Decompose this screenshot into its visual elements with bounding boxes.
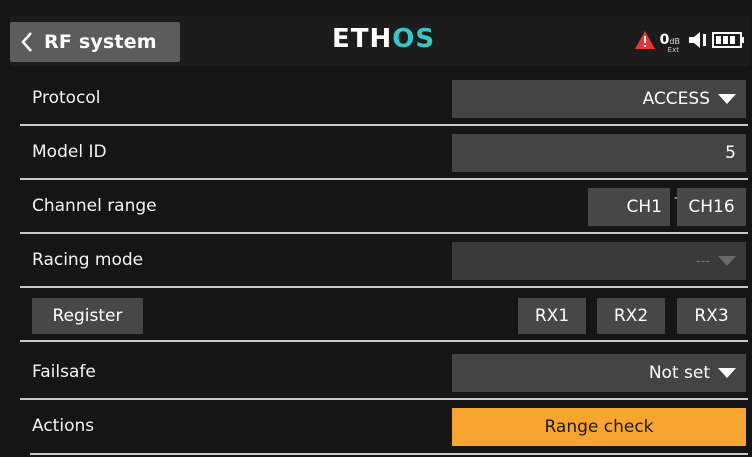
dropdown-arrow-icon xyxy=(718,94,736,104)
failsafe-dropdown[interactable]: Not set xyxy=(452,354,746,392)
channel-range-row: Channel range CH1 - CH16 xyxy=(20,180,748,234)
actions-row: Actions Range check xyxy=(20,400,748,452)
status-area: 0dB Ext xyxy=(634,24,746,60)
rx2-label: RX2 xyxy=(613,306,649,326)
rx2-button[interactable]: RX2 xyxy=(597,298,665,334)
warning-icon[interactable] xyxy=(634,30,656,54)
model-id-row: Model ID 5 xyxy=(20,126,748,180)
failsafe-value: Not set xyxy=(648,363,710,383)
racing-mode-value: --- xyxy=(695,253,710,269)
failsafe-row: Failsafe Not set xyxy=(20,346,748,400)
range-check-label: Range check xyxy=(544,417,654,437)
channel-end-field[interactable]: CH16 xyxy=(677,188,746,226)
battery-icon[interactable] xyxy=(712,30,746,54)
ethos-logo: ETHOS xyxy=(332,24,436,54)
volume-readout: 0dB Ext xyxy=(659,31,680,54)
bottom-divider xyxy=(30,453,748,455)
protocol-row: Protocol ACCESS xyxy=(20,72,748,126)
model-id-value: 5 xyxy=(725,143,736,163)
register-label: Register xyxy=(52,306,123,326)
register-row: Register RX1 RX2 RX3 xyxy=(20,288,748,342)
model-id-label: Model ID xyxy=(32,142,107,162)
top-bar: RF system ETHOS 0dB Ext xyxy=(10,16,750,66)
dropdown-arrow-icon xyxy=(718,256,736,266)
protocol-dropdown[interactable]: ACCESS xyxy=(452,80,746,118)
racing-mode-dropdown[interactable]: --- xyxy=(452,242,746,280)
chevron-left-icon xyxy=(10,22,44,62)
channel-start-field[interactable]: CH1 xyxy=(588,188,670,226)
racing-mode-label: Racing mode xyxy=(32,250,144,270)
rx3-button[interactable]: RX3 xyxy=(677,298,746,334)
failsafe-label: Failsafe xyxy=(32,362,96,382)
channel-range-label: Channel range xyxy=(32,196,157,216)
protocol-label: Protocol xyxy=(32,88,101,108)
actions-label: Actions xyxy=(32,416,95,436)
register-button[interactable]: Register xyxy=(32,298,143,334)
rx3-label: RX3 xyxy=(694,306,729,326)
protocol-value: ACCESS xyxy=(642,89,710,109)
dropdown-arrow-icon xyxy=(718,368,736,378)
channel-end-value: CH16 xyxy=(688,197,735,217)
model-id-field[interactable]: 5 xyxy=(452,134,746,172)
range-check-button[interactable]: Range check xyxy=(452,408,746,446)
page-title: RF system xyxy=(44,31,157,53)
speaker-icon[interactable] xyxy=(686,29,708,55)
rx1-label: RX1 xyxy=(534,306,570,326)
channel-start-value: CH1 xyxy=(626,197,662,217)
back-button[interactable]: RF system xyxy=(10,22,180,62)
racing-mode-row: Racing mode --- xyxy=(20,234,748,288)
rx1-button[interactable]: RX1 xyxy=(518,298,586,334)
